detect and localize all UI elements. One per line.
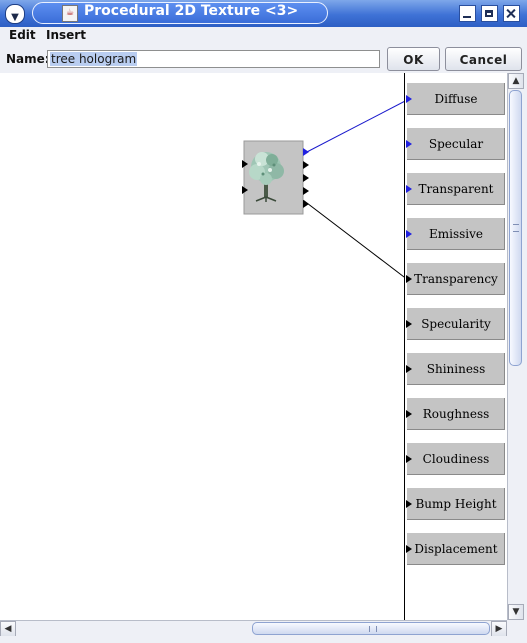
cancel-button[interactable]: Cancel — [445, 47, 522, 71]
maximize-button[interactable] — [481, 5, 498, 22]
ok-button[interactable]: OK — [387, 47, 440, 71]
window-menu-button[interactable]: ▼ — [5, 4, 25, 24]
module-output-port — [303, 200, 309, 208]
port-label: Diffuse — [434, 92, 478, 106]
scroll-down-button[interactable]: ▼ — [508, 604, 524, 620]
port-label: Displacement — [414, 542, 498, 556]
port-transparency[interactable]: Transparency — [406, 263, 505, 295]
port-label: Specular — [428, 137, 484, 151]
output-port-panel: Diffuse Specular Transparent Emissive Tr… — [404, 73, 507, 620]
port-bump-height[interactable]: Bump Height — [406, 488, 505, 520]
port-label: Specularity — [421, 317, 491, 331]
port-label: Transparent — [418, 182, 494, 196]
scroll-up-button[interactable]: ▲ — [508, 73, 524, 89]
module-output-port — [303, 161, 309, 169]
port-label: Transparency — [414, 272, 498, 286]
image-module[interactable] — [242, 140, 309, 215]
name-label: Name: — [6, 52, 50, 66]
port-diffuse[interactable]: Diffuse — [406, 83, 505, 115]
horizontal-scroll-thumb[interactable] — [252, 622, 490, 635]
grip-icon — [369, 626, 377, 632]
name-bar: Name: tree hologram OK Cancel — [0, 45, 527, 73]
port-displacement[interactable]: Displacement — [406, 533, 505, 565]
menu-edit[interactable]: Edit — [9, 28, 36, 42]
connection-transparency — [302, 199, 409, 281]
horizontal-scrollbar[interactable]: ◀ ▶ — [0, 620, 507, 637]
port-cloudiness[interactable]: Cloudiness — [406, 443, 505, 475]
port-label: Shininess — [426, 362, 486, 376]
port-label: Bump Height — [415, 497, 497, 511]
module-output-port — [303, 174, 309, 182]
scroll-left-button[interactable]: ◀ — [0, 621, 16, 637]
port-specular[interactable]: Specular — [406, 128, 505, 160]
window-title: Procedural 2D Texture <3> — [84, 3, 299, 19]
minimize-button[interactable] — [459, 5, 476, 22]
graph-canvas[interactable]: Diffuse Specular Transparent Emissive Tr… — [0, 73, 507, 620]
port-emissive[interactable]: Emissive — [406, 218, 505, 250]
title-bar: ▼ ☕ Procedural 2D Texture <3> — [0, 0, 527, 27]
name-value: tree hologram — [50, 52, 138, 66]
port-specularity[interactable]: Specularity — [406, 308, 505, 340]
menu-bar: Edit Insert — [0, 27, 527, 45]
window-bottom-edge — [0, 636, 527, 643]
port-label: Cloudiness — [422, 452, 490, 466]
menu-insert[interactable]: Insert — [46, 28, 86, 42]
port-label: Emissive — [428, 227, 483, 241]
module-output-port — [303, 148, 309, 156]
java-cup-icon: ☕ — [62, 5, 78, 22]
close-button[interactable] — [503, 5, 520, 22]
vertical-scroll-thumb[interactable] — [509, 90, 522, 366]
grip-icon — [513, 224, 519, 232]
port-transparent[interactable]: Transparent — [406, 173, 505, 205]
port-roughness[interactable]: Roughness — [406, 398, 505, 430]
port-label: Roughness — [422, 407, 490, 421]
scroll-right-button[interactable]: ▶ — [491, 621, 507, 637]
vertical-scrollbar[interactable]: ▲ ▼ — [507, 73, 524, 620]
chevron-down-icon: ▼ — [11, 12, 19, 23]
connection-diffuse — [302, 98, 410, 155]
port-shininess[interactable]: Shininess — [406, 353, 505, 385]
name-input[interactable]: tree hologram — [47, 50, 380, 68]
module-output-port — [303, 187, 309, 195]
